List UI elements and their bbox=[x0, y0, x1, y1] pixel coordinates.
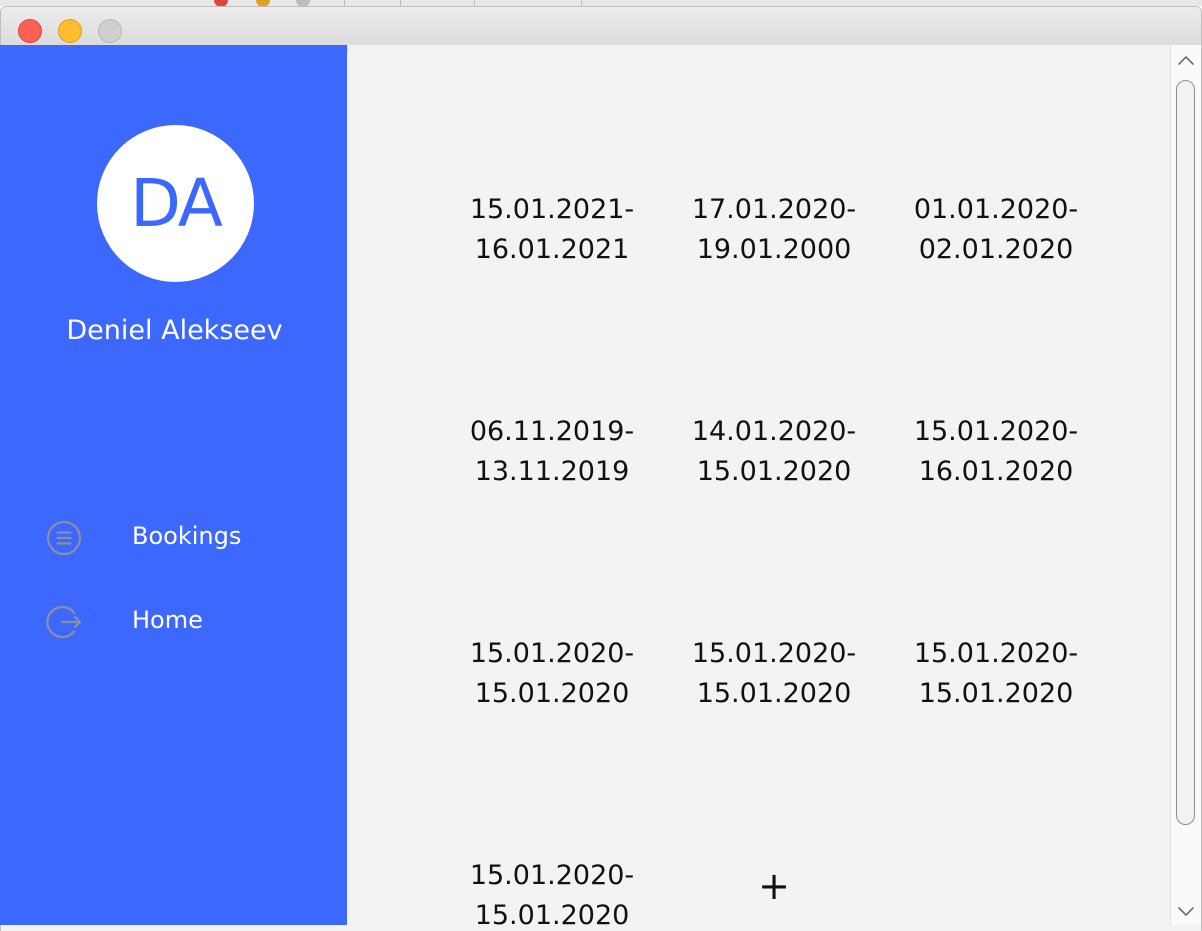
booking-end-date: 15.01.2020 bbox=[696, 456, 852, 487]
booking-start-date: 15.01.2020- bbox=[691, 638, 857, 669]
add-booking-button[interactable]: + bbox=[742, 862, 806, 910]
booking-item[interactable]: 15.01.2020- 15.01.2020 bbox=[886, 634, 1106, 714]
booking-end-date: 15.01.2020 bbox=[918, 678, 1074, 709]
nav-label-bookings: Bookings bbox=[132, 522, 242, 550]
booking-item[interactable]: 15.01.2020- 15.01.2020 bbox=[442, 634, 662, 714]
booking-start-date: 15.01.2020- bbox=[469, 638, 635, 669]
logout-icon bbox=[46, 605, 82, 639]
scrollbar-thumb[interactable] bbox=[1176, 80, 1195, 825]
nav-item-home[interactable]: Home bbox=[0, 594, 347, 650]
nav-label-home: Home bbox=[132, 606, 203, 634]
booking-item[interactable]: 17.01.2020- 19.01.2000 bbox=[664, 190, 884, 270]
booking-end-date: 15.01.2020 bbox=[474, 678, 630, 709]
booking-start-date: 15.01.2020- bbox=[913, 416, 1079, 447]
booking-item[interactable]: 15.01.2021- 16.01.2021 bbox=[442, 190, 662, 270]
booking-item[interactable]: 15.01.2020- 16.01.2020 bbox=[886, 412, 1106, 492]
booking-item[interactable]: 06.11.2019- 13.11.2019 bbox=[442, 412, 662, 492]
booking-start-date: 01.01.2020- bbox=[913, 194, 1079, 225]
booking-item[interactable]: 15.01.2020- 15.01.2020 bbox=[442, 856, 662, 925]
avatar-initials: DA bbox=[130, 165, 223, 242]
booking-end-date: 19.01.2000 bbox=[696, 234, 852, 265]
vertical-scrollbar[interactable] bbox=[1170, 45, 1201, 925]
booking-start-date: 14.01.2020- bbox=[691, 416, 857, 447]
booking-start-date: 06.11.2019- bbox=[469, 416, 635, 447]
minimize-button[interactable] bbox=[58, 19, 82, 43]
chevron-down-icon[interactable] bbox=[1171, 899, 1201, 925]
booking-start-date: 15.01.2021- bbox=[469, 194, 635, 225]
close-button[interactable] bbox=[18, 19, 42, 43]
chevron-up-icon[interactable] bbox=[1171, 47, 1201, 73]
list-circle-icon bbox=[46, 520, 82, 556]
booking-end-date: 16.01.2021 bbox=[474, 234, 630, 265]
nav-item-bookings[interactable]: Bookings bbox=[0, 510, 347, 566]
booking-item[interactable]: 14.01.2020- 15.01.2020 bbox=[664, 412, 884, 492]
booking-end-date: 15.01.2020 bbox=[696, 678, 852, 709]
bookings-grid: 15.01.2021- 16.01.2021 17.01.2020- 19.01… bbox=[348, 45, 1170, 925]
booking-item[interactable]: 15.01.2020- 15.01.2020 bbox=[664, 634, 884, 714]
booking-item[interactable]: 01.01.2020- 02.01.2020 bbox=[886, 190, 1106, 270]
sidebar: DA Deniel Alekseev Bookings Home bbox=[0, 45, 347, 925]
user-name: Deniel Alekseev bbox=[66, 315, 283, 346]
booking-start-date: 15.01.2020- bbox=[913, 638, 1079, 669]
avatar[interactable]: DA bbox=[97, 125, 254, 282]
zoom-button[interactable] bbox=[98, 19, 122, 43]
booking-start-date: 17.01.2020- bbox=[691, 194, 857, 225]
booking-start-date: 15.01.2020- bbox=[469, 860, 635, 891]
booking-end-date: 15.01.2020 bbox=[474, 900, 630, 925]
booking-end-date: 02.01.2020 bbox=[918, 234, 1074, 265]
booking-end-date: 16.01.2020 bbox=[918, 456, 1074, 487]
booking-end-date: 13.11.2019 bbox=[474, 456, 630, 487]
